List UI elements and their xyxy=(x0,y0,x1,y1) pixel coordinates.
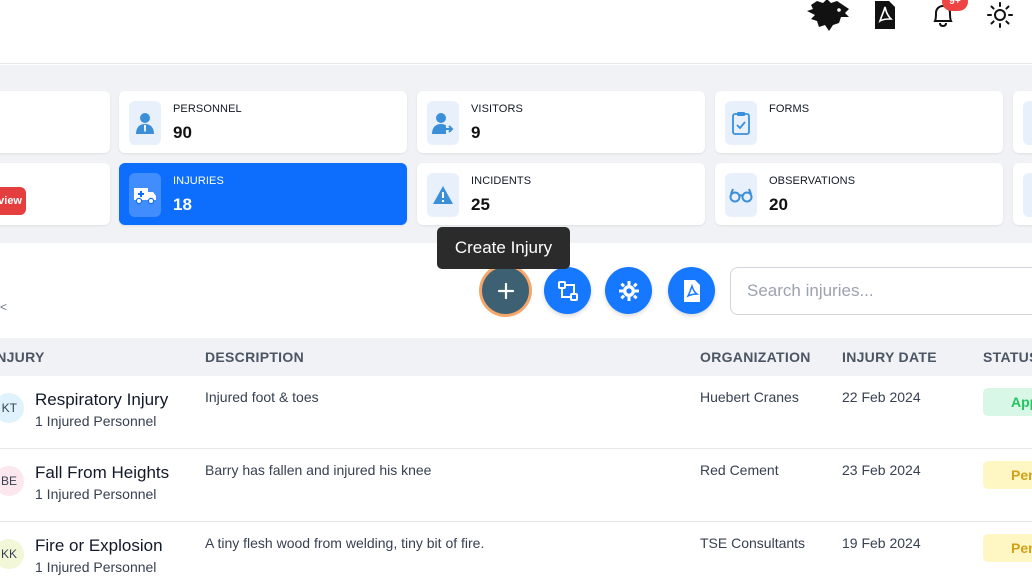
column-header-description[interactable]: DESCRIPTION xyxy=(205,338,304,376)
injury-title[interactable]: Respiratory Injury xyxy=(35,390,168,410)
injury-date-cell: 19 Feb 2024 xyxy=(842,535,921,551)
description-cell: A tiny flesh wood from welding, tiny bit… xyxy=(205,535,485,551)
partial-card-icon xyxy=(1023,101,1032,145)
injury-subtitle: 1 Injured Personnel xyxy=(35,413,157,429)
review-badge[interactable]: view xyxy=(0,187,26,215)
card-partial-left[interactable] xyxy=(0,91,110,153)
settings-button[interactable] xyxy=(605,267,652,314)
card-injuries[interactable]: INJURIES 18 xyxy=(119,163,407,225)
card-label: PERSONNEL xyxy=(173,103,242,115)
description-cell: Barry has fallen and injured his knee xyxy=(205,462,432,478)
column-header-status[interactable]: STATUS xyxy=(983,338,1032,376)
status-badge: Pending xyxy=(983,461,1032,489)
ambulance-icon xyxy=(129,173,161,217)
card-incidents[interactable]: INCIDENTS 25 xyxy=(417,163,705,225)
card-forms[interactable]: FORMS xyxy=(715,91,1003,153)
clipboard-icon xyxy=(725,101,757,145)
injury-title[interactable]: Fire or Explosion xyxy=(35,536,163,556)
card-partial-right-2[interactable] xyxy=(1013,163,1032,225)
glasses-icon xyxy=(725,173,757,217)
card-value: 20 xyxy=(769,195,788,214)
status-badge: Pending xyxy=(983,534,1032,562)
card-visitors[interactable]: VISITORS 9 xyxy=(417,91,705,153)
card-personnel[interactable]: PERSONNEL 90 xyxy=(119,91,407,153)
create-injury-button[interactable] xyxy=(482,267,529,314)
column-header-injury[interactable]: INJURY xyxy=(0,338,45,376)
visitor-icon xyxy=(427,101,459,145)
table-row[interactable]: KT Respiratory Injury 1 Injured Personne… xyxy=(0,376,1032,449)
card-value: 9 xyxy=(471,123,481,142)
collapse-arrow[interactable]: < xyxy=(0,300,7,314)
gear-icon xyxy=(618,280,639,301)
card-observations[interactable]: OBSERVATIONS 20 xyxy=(715,163,1003,225)
injury-title[interactable]: Fall From Heights xyxy=(35,463,169,483)
warning-icon xyxy=(427,173,459,217)
description-cell: Injured foot & toes xyxy=(205,389,319,405)
top-bar: 9+ xyxy=(0,0,1032,64)
column-header-organization[interactable]: ORGANIZATION xyxy=(700,338,811,376)
avatar: KK xyxy=(0,539,24,569)
personnel-icon xyxy=(129,101,161,145)
card-value: 18 xyxy=(173,195,192,214)
avatar: BE xyxy=(0,466,24,496)
card-label: OBSERVATIONS xyxy=(769,175,856,187)
plus-icon xyxy=(497,282,514,299)
card-value: 25 xyxy=(471,195,490,214)
create-injury-tooltip: Create Injury xyxy=(437,227,570,269)
card-partial-right[interactable] xyxy=(1013,91,1032,153)
table-header: INJURY DESCRIPTION ORGANIZATION INJURY D… xyxy=(0,338,1032,376)
injury-date-cell: 22 Feb 2024 xyxy=(842,389,921,405)
card-label: VISITORS xyxy=(471,103,523,115)
organization-cell: TSE Consultants xyxy=(700,535,806,551)
workflow-icon xyxy=(557,280,578,301)
column-header-injury-date[interactable]: INJURY DATE xyxy=(842,338,937,376)
table-row[interactable]: BE Fall From Heights 1 Injured Personnel… xyxy=(0,449,1032,522)
lion-logo-icon[interactable] xyxy=(804,0,852,31)
pdf-icon xyxy=(683,279,700,302)
card-label: FORMS xyxy=(769,103,810,115)
card-label: INCIDENTS xyxy=(471,175,532,187)
card-label: INJURIES xyxy=(173,175,224,187)
table-row[interactable]: KK Fire or Explosion 1 Injured Personnel… xyxy=(0,522,1032,576)
search-input[interactable] xyxy=(730,267,1032,315)
sun-icon[interactable] xyxy=(984,0,1016,30)
workflow-button[interactable] xyxy=(544,267,591,314)
injury-date-cell: 23 Feb 2024 xyxy=(842,462,921,478)
injury-subtitle: 1 Injured Personnel xyxy=(35,486,157,502)
stats-panel: PERSONNEL 90 VISITORS 9 FORMS view INJUR… xyxy=(0,65,1032,243)
card-value: 90 xyxy=(173,123,192,142)
pdf-icon[interactable] xyxy=(870,0,900,30)
export-pdf-button[interactable] xyxy=(668,267,715,314)
injury-subtitle: 1 Injured Personnel xyxy=(35,559,157,575)
organization-cell: Red Cement xyxy=(700,462,779,478)
partial-card-icon xyxy=(1023,173,1032,217)
notification-count-badge: 9+ xyxy=(942,0,968,11)
avatar: KT xyxy=(0,393,24,423)
organization-cell: Huebert Cranes xyxy=(700,389,799,405)
status-badge: Approved xyxy=(983,388,1032,416)
